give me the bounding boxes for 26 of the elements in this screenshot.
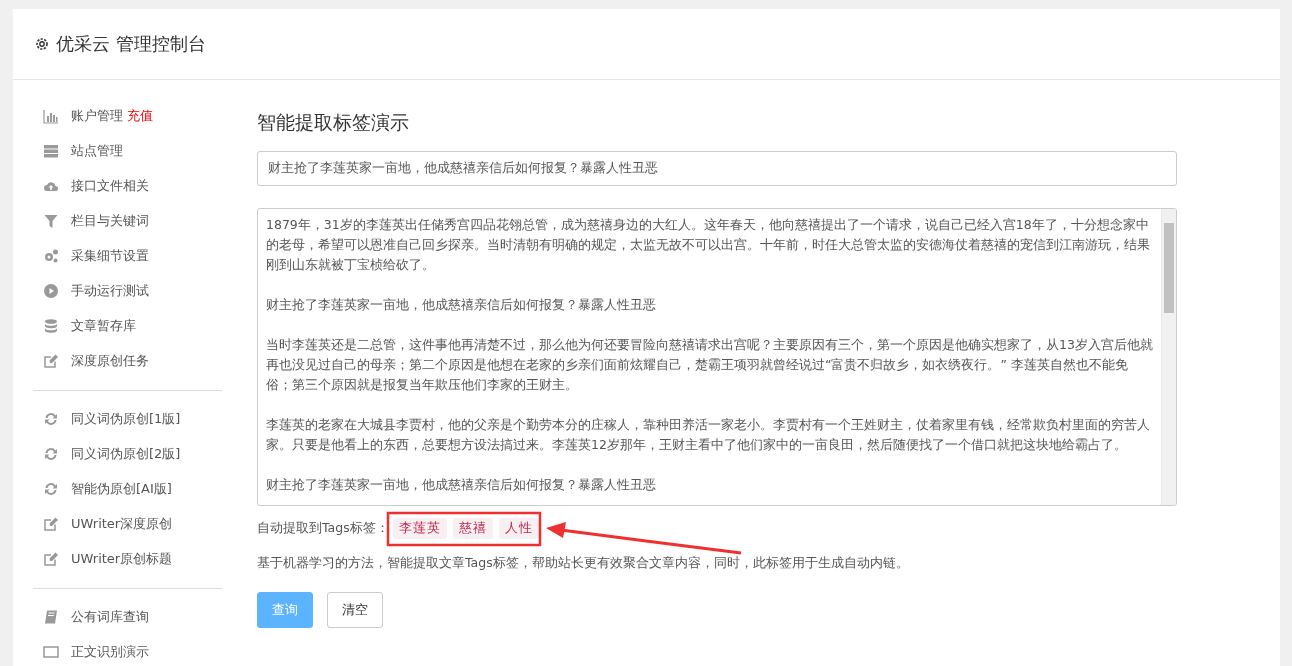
sidebar-item[interactable]: UWriter原创标题 [71,549,173,568]
title-field[interactable]: 财主抢了李莲英家一亩地，他成慈禧亲信后如何报复？暴露人性丑恶 [257,151,1177,186]
sidebar-item[interactable]: 账户管理 [71,106,123,125]
sidebar-item[interactable]: 深度原创任务 [71,351,149,370]
sidebar-item[interactable]: 同义词伪原创[2版] [71,444,181,463]
sidebar-item[interactable]: 智能伪原创[AI版] [71,479,172,498]
sidebar-item[interactable]: 采集细节设置 [71,246,149,265]
clear-button[interactable]: 清空 [327,592,383,628]
section-heading: 智能提取标签演示 [257,110,410,135]
sidebar-item[interactable]: 公有词库查询 [71,607,149,626]
tag: 人性 [498,518,539,539]
sidebar-item[interactable]: 正文识别演示 [71,642,149,661]
sidebar-item[interactable]: UWriter深度原创 [71,514,173,533]
sidebar-item[interactable]: 同义词伪原创[1版] [71,409,181,428]
content-field[interactable]: 1879年，31岁的李莲英出任储秀宫四品花翎总管，成为慈禧身边的大红人。这年春天，他向慈禧提出了一个请求，说自己已经入宫18年了，十分想念家中的老母，希望可以恩准自己回乡探亲。当时清朝有明确的规定，太监无故不可以出宫。十年前，时任大总管太监的安德海仗着慈禧的宠信到江南游玩，结果刚到山东就被丁宝桢给砍了。 财主抢了李莲英家一亩地，他成慈禧亲信后如何报复？暴露人性丑恶 当时李莲英还是二总管，这件事他再清楚不过，那么他为何还要冒险向慈禧请求出宫呢？主要原因有三个，第一个原因是他确实想家了，从13岁入宫后他就再也没见过自己的母亲；第二个原因是他想在老家的乡亲们面前炫耀自己，楚霸王项羽就曾经说过“富贵不归故乡，如衣绣夜行。” 李莲英自然也不能免俗；第三个原因就是报复当年欺压他们李家的王财主。 李莲英的老家在大城县李贾村，他的父亲是个勤劳本分的庄稼人，靠种田养活一家老小。李贾村有一个王姓财主，仗着家里有钱，经常欺负村里面的穷苦人家。只要是他看上的东西，总要想方设法搞过来。李莲英12岁那年，王财主看中了他们家中的一亩良田，然后随便找了一个借口就把这块地给霸占了。 财主抢了李莲英家一亩地，他成慈禧亲信后如何报复？暴露人性丑恶 [257,208,1177,506]
tags-label: 自动提取到Tags标签： [257,520,389,537]
sidebar-item[interactable]: 手动运行测试 [71,281,149,300]
recharge-link[interactable]: 充值 [127,106,153,125]
sidebar-item[interactable]: 站点管理 [71,141,123,160]
tag: 慈禧 [452,518,493,539]
tag: 李莲英 [392,518,447,539]
console-title: 优采云 管理控制台 [56,32,206,56]
description-text: 基于机器学习的方法，智能提取文章Tags标签，帮助站长更有效聚合文章内容，同时，此标签用于生成自动内链。 [257,555,910,572]
sidebar-item[interactable]: 文章暂存库 [71,316,136,335]
sidebar-item[interactable]: 接口文件相关 [71,176,149,195]
sidebar-item[interactable]: 栏目与关键词 [71,211,149,230]
